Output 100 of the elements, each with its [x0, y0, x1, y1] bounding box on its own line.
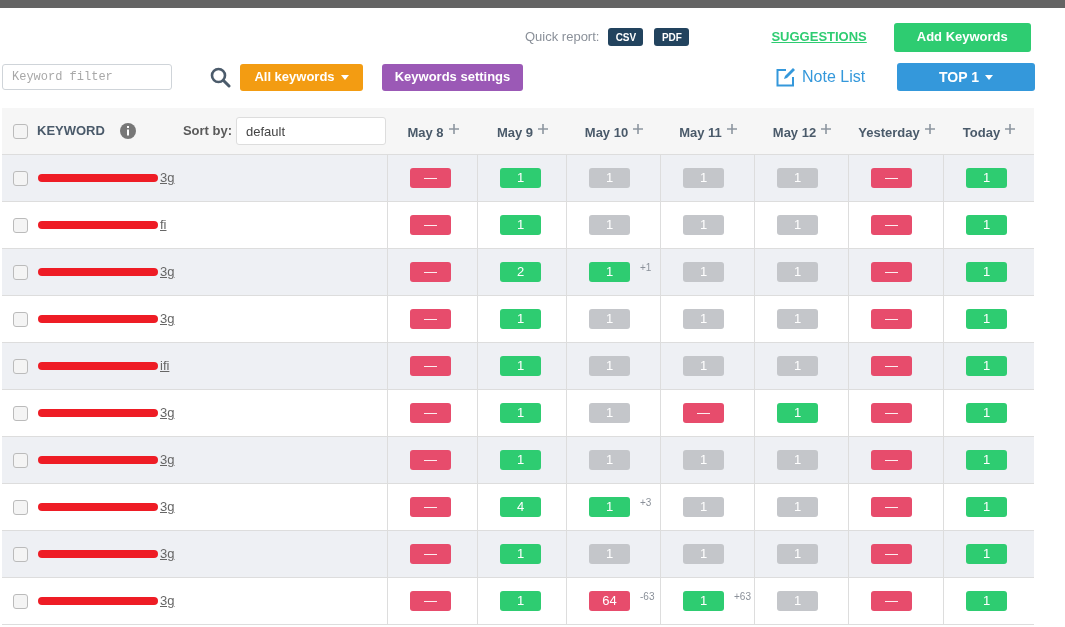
- keyword-link[interactable]: 3g: [160, 544, 175, 564]
- column-header: May 11: [679, 123, 722, 142]
- rank-badge: 1: [777, 544, 818, 564]
- rank-badge: 1: [777, 450, 818, 470]
- rank-badge: 1: [500, 168, 541, 188]
- rank-badge: 1: [683, 262, 724, 282]
- column-header: May 12: [772, 123, 817, 142]
- export-button[interactable]: CSV: [608, 28, 644, 46]
- add-icon[interactable]: [924, 123, 935, 134]
- rank-badge: —: [871, 262, 912, 282]
- caret-icon: [984, 74, 993, 80]
- checkbox[interactable]: [13, 170, 28, 186]
- rank-badge: —: [871, 450, 912, 470]
- add-icon[interactable]: [633, 123, 644, 134]
- rank-badge: 1: [966, 168, 1007, 188]
- add-icon[interactable]: [821, 123, 832, 134]
- checkbox[interactable]: [13, 264, 28, 280]
- keywords-settings-button[interactable]: Keywords settings: [382, 63, 523, 91]
- checkbox[interactable]: [13, 405, 28, 421]
- keyword-link[interactable]: fi: [160, 215, 167, 235]
- rank-badge: 1: [966, 309, 1007, 329]
- edit-note-icon: [776, 67, 795, 87]
- rank-badge: 1: [777, 215, 818, 235]
- rank-badge: —: [410, 356, 451, 376]
- rank-badge: 1: [589, 168, 630, 188]
- rank-badge: 1: [683, 168, 724, 188]
- column-header: Today: [962, 123, 1001, 142]
- rank-badge: 1: [589, 497, 630, 517]
- rank-badge: 1: [777, 403, 818, 423]
- rank-badge: —: [871, 591, 912, 611]
- rank-badge: 1: [683, 544, 724, 564]
- rank-badge: 1: [966, 497, 1007, 517]
- search-icon[interactable]: [210, 66, 231, 88]
- rank-badge: 1: [966, 450, 1007, 470]
- checkbox[interactable]: [13, 499, 28, 515]
- rank-badge: 1: [966, 356, 1007, 376]
- checkbox[interactable]: [13, 452, 28, 468]
- rank-badge: 1: [683, 591, 724, 611]
- checkbox[interactable]: [13, 311, 28, 327]
- rank-badge: 1: [589, 309, 630, 329]
- add-icon[interactable]: [726, 123, 737, 134]
- rank-badge: 1: [589, 544, 630, 564]
- rank-badge: —: [410, 497, 451, 517]
- checkbox[interactable]: [13, 546, 28, 562]
- rank-badge: —: [410, 403, 451, 423]
- rank-badge: —: [410, 215, 451, 235]
- rank-badge: 1: [500, 309, 541, 329]
- rank-change: +63: [734, 590, 751, 604]
- export-button[interactable]: PDF: [654, 28, 690, 46]
- quick-report-label: Quick report:: [525, 28, 600, 47]
- rank-badge: 1: [589, 215, 630, 235]
- rank-badge: 1: [589, 403, 630, 423]
- keyword-filter-field[interactable]: Keyword filter: [2, 64, 172, 90]
- keyword-link[interactable]: 3g: [160, 497, 175, 517]
- rank-badge: 1: [500, 356, 541, 376]
- rank-badge: 1: [966, 591, 1007, 611]
- rank-badge: 1: [777, 591, 818, 611]
- rank-badge: 1: [683, 309, 724, 329]
- column-header: Yesterday: [858, 123, 920, 142]
- rank-badge: 1: [777, 262, 818, 282]
- rank-badge: —: [410, 262, 451, 282]
- add-icon[interactable]: [1005, 123, 1016, 134]
- rank-badge: 1: [777, 309, 818, 329]
- rank-badge: —: [871, 497, 912, 517]
- rank-badge: —: [871, 544, 912, 564]
- column-header: KEYWORD: [37, 122, 105, 141]
- sort-field[interactable]: default: [236, 117, 386, 145]
- rank-badge: 1: [500, 403, 541, 423]
- rank-change: +1: [640, 261, 652, 275]
- checkbox[interactable]: [13, 593, 28, 609]
- keyword-link[interactable]: 3g: [160, 262, 175, 282]
- rank-badge: —: [410, 450, 451, 470]
- checkbox[interactable]: [13, 217, 28, 233]
- rank-badge: 1: [683, 215, 724, 235]
- keyword-link[interactable]: 3g: [160, 591, 175, 611]
- top-rank-dropdown[interactable]: TOP 1: [897, 63, 1035, 91]
- rank-badge: —: [683, 403, 724, 423]
- note-list-link[interactable]: Note List: [776, 65, 866, 89]
- keyword-link[interactable]: 3g: [160, 168, 175, 188]
- keyword-link[interactable]: 3g: [160, 403, 175, 423]
- rank-badge: 1: [500, 450, 541, 470]
- rank-badge: 1: [589, 450, 630, 470]
- add-icon[interactable]: [538, 123, 549, 134]
- info-icon[interactable]: [119, 123, 136, 139]
- column-header: May 10: [584, 123, 629, 142]
- rank-badge: 1: [966, 262, 1007, 282]
- rank-badge: 1: [500, 215, 541, 235]
- rank-badge: 1: [683, 356, 724, 376]
- rank-badge: —: [410, 168, 451, 188]
- keyword-link[interactable]: 3g: [160, 309, 175, 329]
- checkbox[interactable]: [13, 123, 28, 139]
- rank-badge: 2: [500, 262, 541, 282]
- rank-badge: 1: [966, 544, 1007, 564]
- rank-badge: —: [871, 403, 912, 423]
- rank-badge: 1: [777, 356, 818, 376]
- add-icon[interactable]: [448, 123, 459, 134]
- keyword-link[interactable]: ifi: [160, 356, 170, 376]
- keyword-link[interactable]: 3g: [160, 450, 175, 470]
- rank-badge: —: [871, 356, 912, 376]
- checkbox[interactable]: [13, 358, 28, 374]
